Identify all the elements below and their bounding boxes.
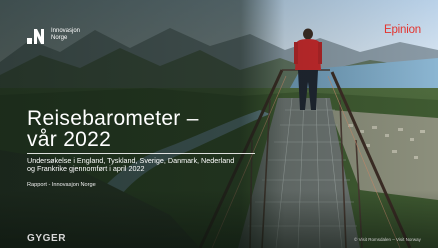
- epinion-logo: Epinion: [384, 24, 421, 36]
- page-title: Reisebarometer – vår 2022: [27, 108, 257, 150]
- subtitle: Undersøkelse i England, Tyskland, Sverig…: [27, 157, 262, 173]
- title-line1: Reisebarometer –: [27, 107, 199, 130]
- innovasjon-norge-logo: Innovasjon Norge: [27, 27, 97, 47]
- subtitle-line2: og Frankrike gjennomført i april 2022: [27, 164, 145, 173]
- photo-credit: © Visit Romsdalen – Visit Norway: [354, 237, 421, 242]
- title-line2: vår 2022: [27, 128, 112, 151]
- brand-name-line2: Norge: [51, 34, 68, 41]
- brand-name-line1: Innovasjon: [51, 28, 81, 34]
- innovasjon-norge-mark-icon: [27, 29, 44, 44]
- report-label: Rapport - Innovasjon Norge: [27, 182, 96, 188]
- title-divider: [27, 153, 255, 154]
- brand-name: Innovasjon Norge: [51, 28, 80, 41]
- gyger-logo: GYGER: [27, 233, 67, 244]
- title-slide: Innovasjon Norge Epinion Reisebarometer …: [0, 0, 438, 248]
